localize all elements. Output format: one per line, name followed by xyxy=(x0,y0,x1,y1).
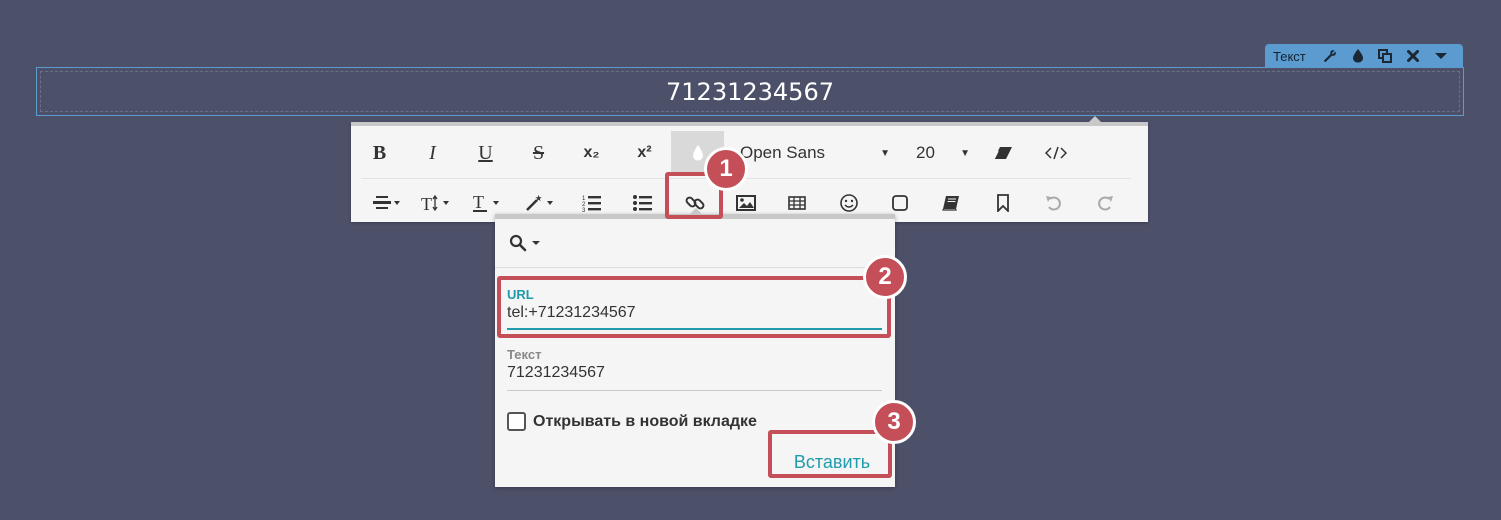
strikethrough-button[interactable]: S xyxy=(512,131,565,175)
wrench-icon[interactable] xyxy=(1316,44,1344,68)
drop-icon[interactable] xyxy=(1344,44,1372,68)
bookmark-button[interactable] xyxy=(977,181,1028,225)
text-underline xyxy=(507,390,882,391)
caret-down-icon[interactable] xyxy=(1427,44,1455,68)
smile-icon xyxy=(839,193,858,212)
toolbar-caret xyxy=(1089,116,1101,122)
editor-toolbar: B I U S x₂ x² Open Sans ▼ 20 ▼ T T 1 2 3 xyxy=(351,116,1148,225)
new-tab-label: Открывать в новой вкладке xyxy=(533,412,757,430)
font-family-value: Open Sans xyxy=(740,143,826,162)
magic-wand-icon xyxy=(525,194,553,211)
book-icon xyxy=(942,195,960,211)
code-icon xyxy=(1044,146,1067,160)
redo-button[interactable] xyxy=(1080,181,1131,225)
chevron-down-icon: ▼ xyxy=(960,147,970,159)
clear-format-button[interactable] xyxy=(976,131,1029,175)
bold-button[interactable]: B xyxy=(353,131,406,175)
subscript-button[interactable]: x₂ xyxy=(565,131,618,175)
close-icon[interactable] xyxy=(1399,44,1427,68)
highlight-insert-button xyxy=(768,430,892,478)
drop-icon xyxy=(692,145,703,161)
highlight-url-field xyxy=(497,276,891,338)
duplicate-icon[interactable] xyxy=(1371,44,1399,68)
text-field[interactable]: Текст 71231234567 xyxy=(507,347,882,391)
eraser-icon xyxy=(992,147,1012,160)
italic-button[interactable]: I xyxy=(406,131,459,175)
text-block[interactable]: 71231234567 xyxy=(36,67,1464,116)
image-icon xyxy=(735,194,756,211)
link-search-dropdown[interactable] xyxy=(495,219,895,268)
code-view-button[interactable] xyxy=(1029,131,1082,175)
block-tag: Текст xyxy=(1265,44,1463,68)
square-icon xyxy=(892,194,908,211)
new-tab-option[interactable]: Открывать в новой вкладке xyxy=(507,412,757,431)
svg-text:3: 3 xyxy=(582,208,586,212)
unordered-list-icon xyxy=(633,194,653,211)
superscript-button[interactable]: x² xyxy=(618,131,671,175)
step-badge-1: 1 xyxy=(704,147,748,191)
text-height-icon: T xyxy=(421,194,449,212)
text-input[interactable]: 71231234567 xyxy=(507,364,882,382)
redo-icon xyxy=(1098,195,1114,211)
font-family-select[interactable]: Open Sans ▼ xyxy=(724,131,904,175)
align-button[interactable] xyxy=(361,181,412,225)
chevron-down-icon: ▼ xyxy=(880,147,890,159)
search-icon xyxy=(509,234,527,252)
book-button[interactable] xyxy=(926,181,977,225)
block-tag-label: Текст xyxy=(1273,48,1306,64)
underline-button[interactable]: U xyxy=(459,131,512,175)
align-center-icon xyxy=(372,195,400,209)
text-label: Текст xyxy=(507,347,542,362)
new-tab-checkbox[interactable] xyxy=(507,412,526,431)
undo-button[interactable] xyxy=(1028,181,1079,225)
table-icon xyxy=(788,195,807,210)
bookmark-icon xyxy=(996,193,1009,212)
undo-icon xyxy=(1045,195,1061,211)
caret-down-icon xyxy=(532,241,540,245)
ordered-list-icon: 123 xyxy=(582,195,601,212)
text-block-content[interactable]: 71231234567 xyxy=(666,78,834,106)
step-badge-2: 2 xyxy=(863,255,907,299)
svg-text:T: T xyxy=(421,194,432,212)
font-size-value: 20 xyxy=(916,143,935,162)
step-badge-3: 3 xyxy=(872,400,916,444)
text-style-icon: T xyxy=(473,194,500,212)
font-size-select[interactable]: 20 ▼ xyxy=(904,131,976,175)
line-height-button[interactable]: T xyxy=(412,181,463,225)
svg-text:T: T xyxy=(473,194,484,212)
